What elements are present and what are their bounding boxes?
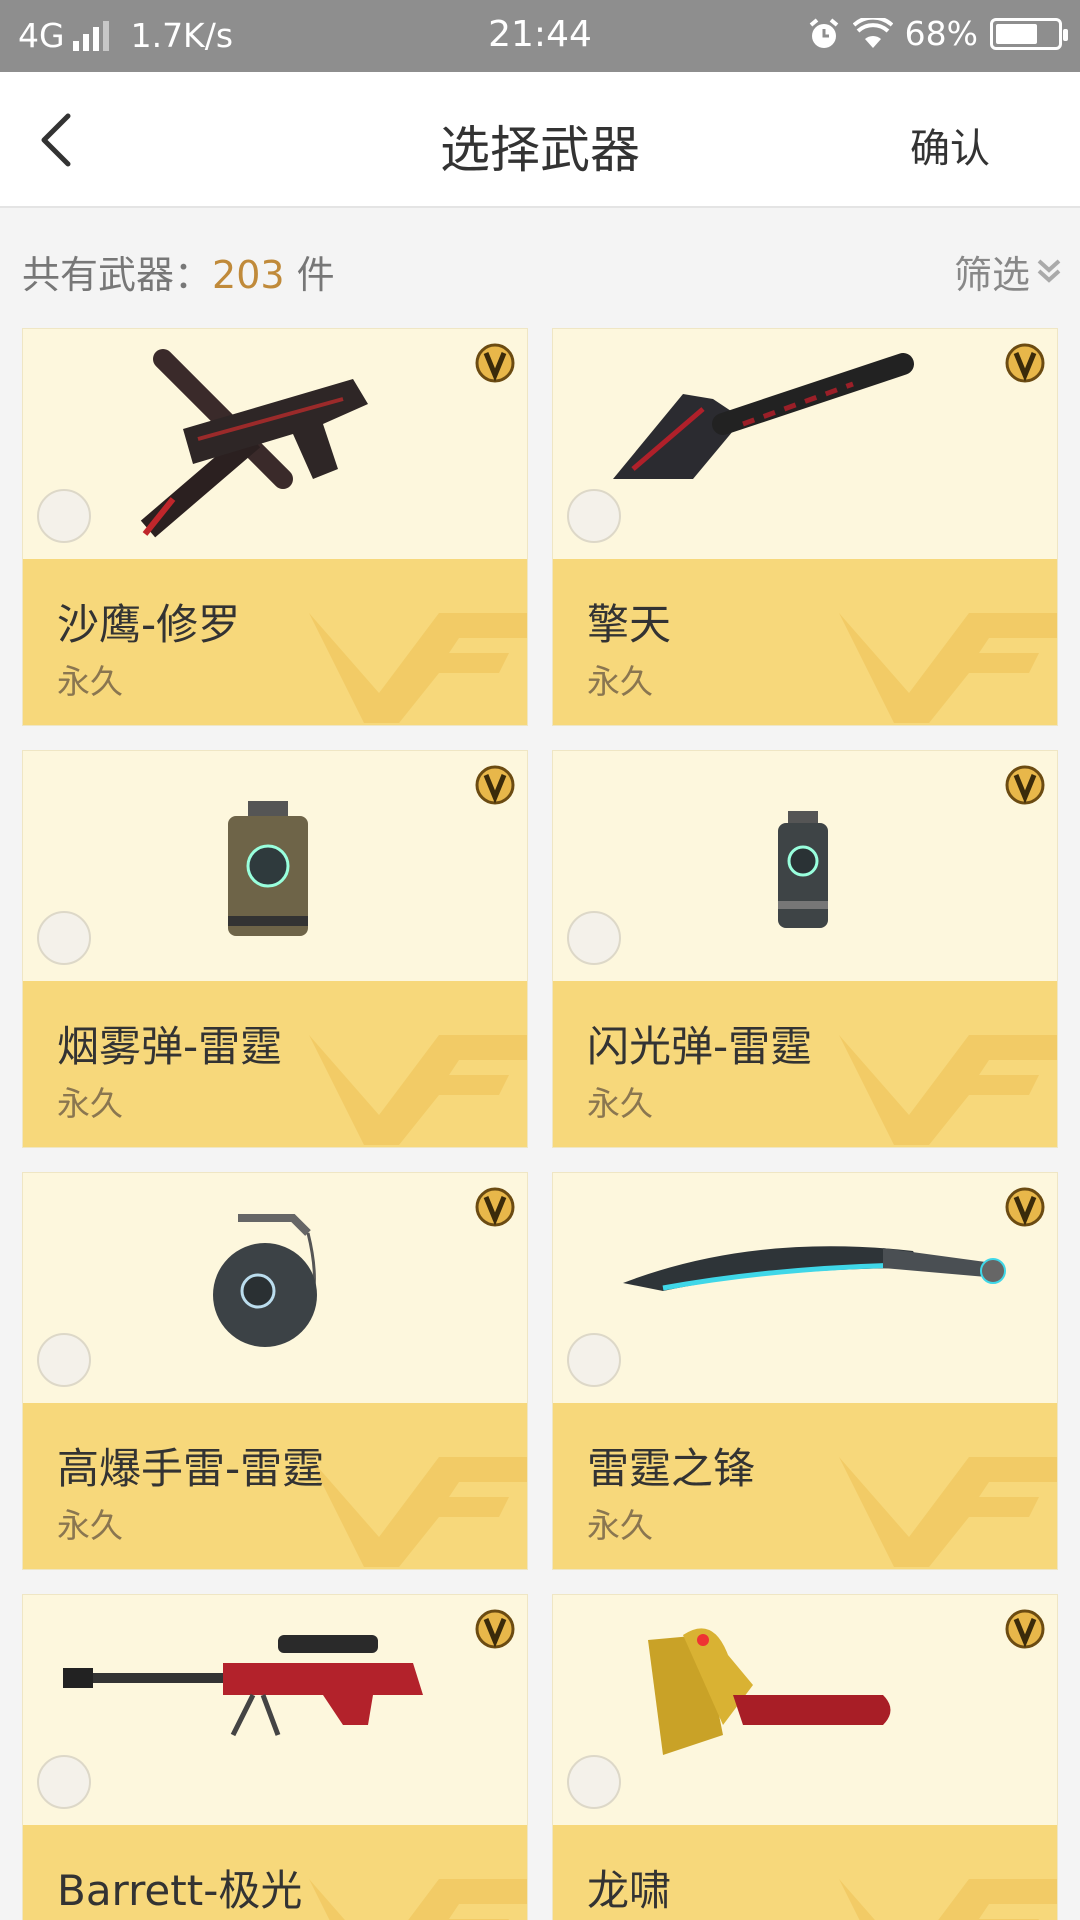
- weapon-duration: 永久: [57, 1084, 123, 1123]
- select-radio[interactable]: [567, 489, 621, 543]
- weapon-image: [553, 1173, 1057, 1403]
- status-right: 68%: [807, 14, 1068, 53]
- cf-watermark-icon: [839, 613, 1057, 723]
- frag-grenade-icon: [213, 1214, 317, 1347]
- weapon-card[interactable]: 龙啸 永久: [552, 1594, 1058, 1920]
- vip-badge-icon: [1005, 1187, 1045, 1227]
- weapon-grid: 沙鹰-修罗 永久 擎天 永久 烟雾弹-雷霆 永久 闪光弹-雷霆 永久 高爆手雷-…: [22, 328, 1058, 1920]
- weapon-name: 雷霆之锋: [587, 1444, 756, 1493]
- shovel-axe-icon: [613, 353, 914, 479]
- blade-icon: [623, 1246, 1006, 1291]
- nav-header: 选择武器 确认: [0, 72, 1080, 208]
- weapon-image: [23, 751, 527, 981]
- weapon-card[interactable]: Barrett-极光 永久: [22, 1594, 528, 1920]
- weapon-info: 高爆手雷-雷霆 永久: [23, 1403, 527, 1569]
- dragon-axe-icon: [648, 1628, 891, 1755]
- cf-watermark-icon: [309, 1035, 527, 1145]
- weapon-name: 沙鹰-修罗: [57, 600, 241, 649]
- select-radio[interactable]: [37, 1755, 91, 1809]
- cf-watermark-icon: [839, 1879, 1057, 1920]
- wifi-icon: [852, 17, 893, 48]
- cf-watermark-icon: [309, 613, 527, 723]
- alarm-icon: [809, 17, 838, 48]
- weapon-image: [23, 329, 527, 559]
- desert-eagle-pistol-icon: [140, 349, 368, 538]
- vip-badge-icon: [1005, 765, 1045, 805]
- weapon-image: [23, 1173, 527, 1403]
- weapon-card[interactable]: 雷霆之锋 永久: [552, 1172, 1058, 1570]
- weapon-name: 闪光弹-雷霆: [587, 1022, 813, 1071]
- weapon-name: 擎天: [587, 600, 672, 649]
- weapon-info: 擎天 永久: [553, 559, 1057, 725]
- weapon-name: 龙啸: [587, 1866, 672, 1915]
- vip-badge-icon: [475, 1187, 515, 1227]
- vip-badge-icon: [1005, 1609, 1045, 1649]
- count-number: 203: [212, 253, 285, 297]
- weapon-info: 烟雾弹-雷霆 永久: [23, 981, 527, 1147]
- weapon-duration: 永久: [57, 1506, 123, 1545]
- filter-button[interactable]: 筛选: [954, 244, 1062, 299]
- cf-watermark-icon: [839, 1035, 1057, 1145]
- weapon-info: 龙啸 永久: [553, 1825, 1057, 1920]
- cf-watermark-icon: [839, 1457, 1057, 1567]
- weapon-card[interactable]: 烟雾弹-雷霆 永久: [22, 750, 528, 1148]
- weapon-count: 共有武器：203 件: [22, 244, 335, 299]
- weapon-image: [23, 1595, 527, 1825]
- select-radio[interactable]: [37, 911, 91, 965]
- vip-badge-icon: [475, 765, 515, 805]
- battery-level: [996, 23, 1037, 44]
- battery-percent: 68%: [904, 14, 978, 53]
- vip-badge-icon: [475, 1609, 515, 1649]
- weapon-card[interactable]: 闪光弹-雷霆 永久: [552, 750, 1058, 1148]
- cf-watermark-icon: [309, 1457, 527, 1567]
- weapon-image: [553, 751, 1057, 981]
- summary-bar: 共有武器：203 件 筛选: [0, 210, 1080, 328]
- weapon-card[interactable]: 高爆手雷-雷霆 永久: [22, 1172, 528, 1570]
- double-chevron-down-icon: [1037, 259, 1061, 283]
- weapon-info: 沙鹰-修罗 永久: [23, 559, 527, 725]
- cf-watermark-icon: [309, 1879, 527, 1920]
- filter-label: 筛选: [953, 253, 1030, 297]
- weapon-info: 闪光弹-雷霆 永久: [553, 981, 1057, 1147]
- weapon-image: [553, 329, 1057, 559]
- select-radio[interactable]: [37, 1333, 91, 1387]
- select-radio[interactable]: [567, 1755, 621, 1809]
- weapon-card[interactable]: 擎天 永久: [552, 328, 1058, 726]
- weapon-duration: 永久: [57, 662, 123, 701]
- select-radio[interactable]: [567, 1333, 621, 1387]
- weapon-duration: 永久: [587, 662, 653, 701]
- weapon-info: 雷霆之锋 永久: [553, 1403, 1057, 1569]
- weapon-name: 高爆手雷-雷霆: [57, 1444, 325, 1493]
- weapon-image: [553, 1595, 1057, 1825]
- weapon-info: Barrett-极光 永久: [23, 1825, 527, 1920]
- weapon-card[interactable]: 沙鹰-修罗 永久: [22, 328, 528, 726]
- weapon-name: Barrett-极光: [57, 1866, 303, 1915]
- status-bar: 4G 1.7K/s 21:44 68%: [0, 0, 1080, 72]
- flash-grenade-icon: [778, 811, 828, 928]
- count-suffix: 件: [284, 253, 335, 297]
- weapon-name: 烟雾弹-雷霆: [57, 1022, 283, 1071]
- smoke-grenade-icon: [228, 801, 308, 936]
- vip-badge-icon: [1005, 343, 1045, 383]
- count-prefix: 共有武器：: [22, 253, 213, 297]
- sniper-rifle-icon: [63, 1635, 423, 1737]
- vip-badge-icon: [475, 343, 515, 383]
- weapon-duration: 永久: [587, 1084, 653, 1123]
- select-radio[interactable]: [37, 489, 91, 543]
- battery-icon: [990, 17, 1068, 50]
- weapon-duration: 永久: [587, 1506, 653, 1545]
- select-radio[interactable]: [567, 911, 621, 965]
- confirm-button[interactable]: 确认: [910, 116, 990, 174]
